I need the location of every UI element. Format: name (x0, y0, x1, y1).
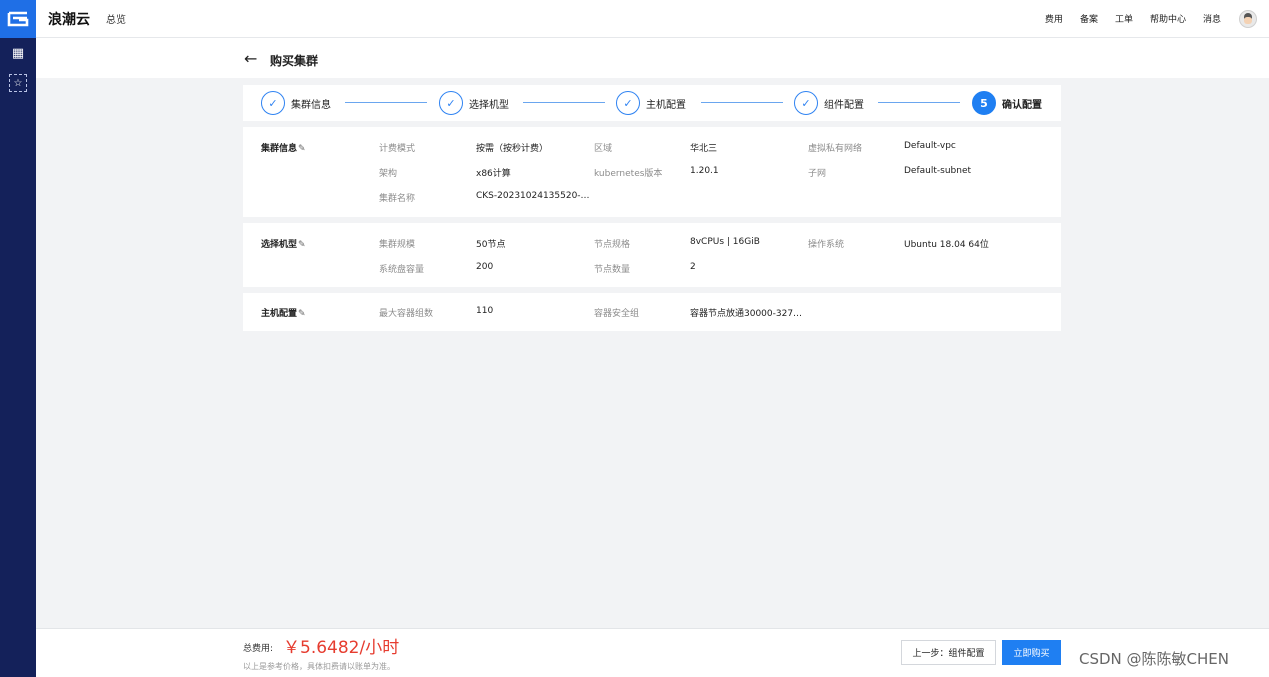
step-connector (523, 102, 605, 103)
previous-step-button[interactable]: 上一步：组件配置 (901, 640, 996, 665)
field-label: 架构 (379, 169, 398, 179)
star-favorite-icon[interactable]: ☆ (0, 68, 36, 98)
nav-fees[interactable]: 费用 (1045, 12, 1063, 25)
nav-help-center[interactable]: 帮助中心 (1150, 12, 1186, 25)
step-5-number-icon: 5 (972, 91, 996, 115)
field-value: 1.20.1 (690, 166, 719, 176)
left-sidebar: ▦ ☆ (0, 0, 36, 677)
edit-pencil-icon[interactable]: ✎ (298, 144, 306, 154)
field-value: Default-vpc (904, 141, 956, 151)
top-nav: 费用 备案 工单 帮助中心 消息 (1028, 9, 1257, 28)
field-value: Default-subnet (904, 166, 972, 176)
step-connector (878, 102, 960, 103)
nav-tickets[interactable]: 工单 (1115, 12, 1133, 25)
field-label: 节点规格 (594, 240, 631, 250)
edit-pencil-icon[interactable]: ✎ (298, 240, 306, 250)
back-arrow-icon[interactable]: ← (244, 49, 257, 68)
field-label: 容器安全组 (594, 309, 640, 319)
step-1-check-icon: ✓ (261, 91, 285, 115)
field-value: Ubuntu 18.04 64位 (904, 240, 989, 250)
step-connector (701, 102, 783, 103)
field-value: x86计算 (476, 169, 511, 179)
field-label: 最大容器组数 (379, 309, 434, 319)
user-avatar[interactable] (1239, 9, 1257, 28)
step-4-check-icon: ✓ (794, 91, 818, 115)
step-connector (345, 102, 427, 103)
step-2-check-icon: ✓ (439, 91, 463, 115)
field-value: 按需（按秒计费） (476, 144, 549, 154)
field-value: 容器节点放通30000-327… (690, 309, 803, 319)
machine-type-title: 选择机型✎ (261, 240, 306, 250)
overview-link[interactable]: 总览 (106, 11, 126, 26)
field-label: 虚拟私有网络 (808, 144, 863, 154)
field-value: CKS-20231024135520-… (476, 191, 590, 201)
field-label: 系统盘容量 (379, 265, 425, 275)
grid-apps-icon[interactable]: ▦ (0, 38, 36, 68)
watermark: CSDN @陈陈敏CHEN (1079, 650, 1229, 668)
field-value: 8vCPUs | 16GiB (690, 237, 760, 247)
edit-pencil-icon[interactable]: ✎ (298, 309, 306, 319)
step-3-label: 主机配置 (646, 100, 686, 111)
field-label: 区域 (594, 144, 613, 154)
field-label: 操作系统 (808, 240, 845, 250)
step-3-check-icon: ✓ (616, 91, 640, 115)
field-label: 集群规模 (379, 240, 416, 250)
field-label: 集群名称 (379, 194, 416, 204)
field-label: 节点数量 (594, 265, 631, 275)
step-2-label: 选择机型 (469, 100, 509, 111)
star-glyph: ☆ (9, 74, 27, 92)
page-header: ← 购买集群 (36, 38, 1269, 78)
step-5-label: 确认配置 (1002, 100, 1042, 111)
field-value: 200 (476, 262, 494, 272)
host-config-card: 主机配置✎ 最大容器组数 110 容器安全组 容器节点放通30000-327… (243, 293, 1061, 331)
step-1-label: 集群信息 (291, 100, 331, 111)
nav-messages[interactable]: 消息 (1203, 12, 1221, 25)
nav-filing[interactable]: 备案 (1080, 12, 1098, 25)
field-value: 华北三 (690, 144, 718, 154)
inspur-cloud-logo-icon[interactable] (0, 0, 36, 38)
machine-type-card: 选择机型✎ 集群规模 50节点 节点规格 8vCPUs | 16GiB 操作系统… (243, 223, 1061, 287)
cluster-info-title: 集群信息✎ (261, 144, 306, 154)
host-config-title: 主机配置✎ (261, 309, 306, 319)
field-value: 110 (476, 306, 494, 316)
field-value: 2 (690, 262, 696, 272)
cost-note: 以上是参考价格，具体扣费请以账单为准。 (243, 662, 395, 671)
total-cost-value: ￥5.6482/小时 (283, 638, 400, 658)
field-label: 计费模式 (379, 144, 416, 154)
grid-apps-glyph: ▦ (11, 45, 25, 61)
page-title: 购买集群 (270, 54, 319, 68)
total-cost-label: 总费用: (243, 644, 274, 654)
cluster-info-card: 集群信息✎ 计费模式 按需（按秒计费） 区域 华北三 虚拟私有网络 Defaul… (243, 127, 1061, 217)
field-label: kubernetes版本 (594, 169, 663, 179)
buy-now-button[interactable]: 立即购买 (1002, 640, 1061, 665)
step-4-label: 组件配置 (824, 100, 864, 111)
step-progress: ✓ 集群信息 ✓ 选择机型 ✓ 主机配置 ✓ 组件配置 5 确认配置 (243, 85, 1061, 121)
brand-name[interactable]: 浪潮云 (48, 9, 90, 29)
field-label: 子网 (808, 169, 827, 179)
top-bar: 浪潮云 总览 费用 备案 工单 帮助中心 消息 (36, 0, 1269, 38)
field-value: 50节点 (476, 240, 506, 250)
